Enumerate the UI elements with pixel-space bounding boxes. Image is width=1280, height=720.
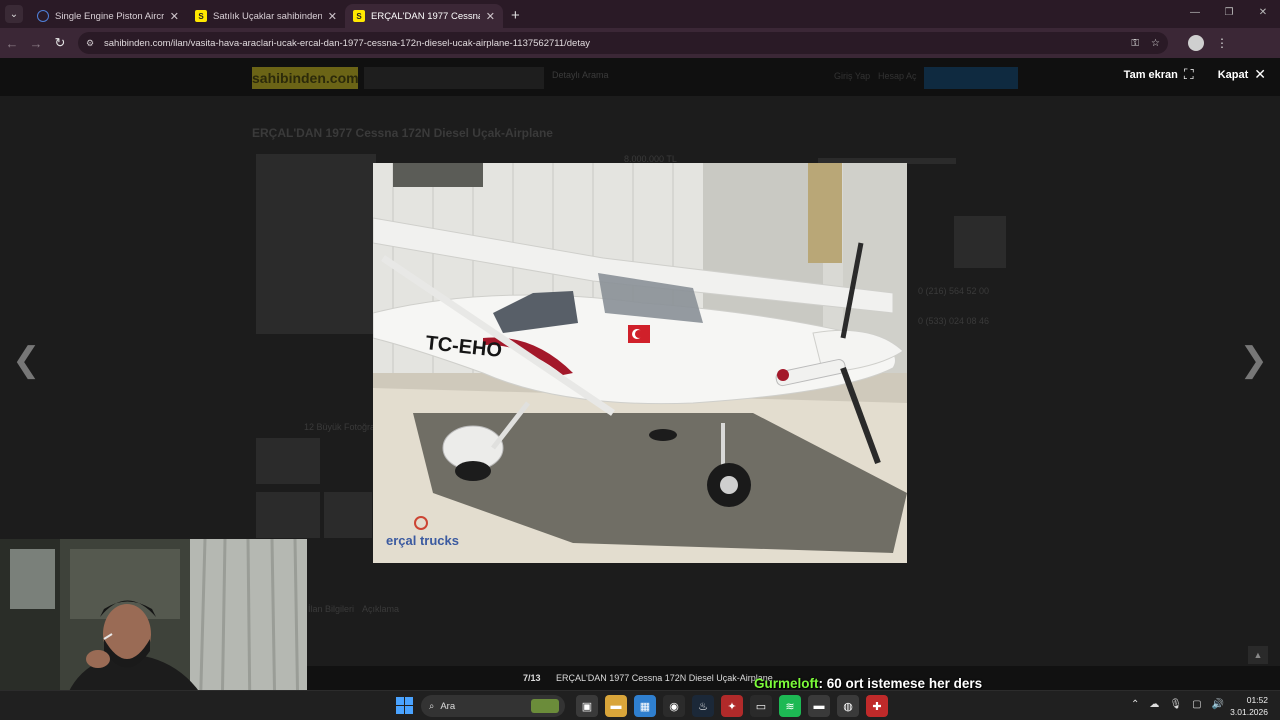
phone-1: 0 (216) 564 52 00 xyxy=(918,286,990,296)
sahibinden-favicon-icon: S xyxy=(195,10,207,22)
close-window-icon[interactable]: ✕ xyxy=(1246,0,1280,28)
password-key-icon[interactable]: ⚿ xyxy=(1131,38,1139,49)
pinned-apps: ▣ ▬ ▦ ◉ ♨ ✦ ▭ ≋ ▬ ◍ ✚ xyxy=(576,695,888,717)
thumb-ghost[interactable] xyxy=(256,492,320,538)
back-arrow-icon[interactable]: ← xyxy=(0,36,24,51)
close-icon[interactable]: ✕ xyxy=(1254,66,1266,83)
tab-strip: ⌄ Single Engine Piston Aircraft Fo ✕ S S… xyxy=(0,0,1280,28)
post-ad-button[interactable] xyxy=(924,67,1018,89)
listing-title: ERÇAL'DAN 1977 Cessna 172N Diesel Uçak-A… xyxy=(252,126,553,140)
profile-avatar[interactable] xyxy=(1188,35,1204,51)
minimize-icon[interactable]: — xyxy=(1178,0,1212,28)
airplane-photo: TC-EHO erçal trucks xyxy=(373,163,907,563)
reload-icon[interactable]: ↻ xyxy=(48,35,72,51)
clock-date: 3.01.2026 xyxy=(1230,707,1268,717)
address-bar[interactable]: ⚙ sahibinden.com/ilan/vasita-hava-aracla… xyxy=(78,32,1168,54)
photo-watermark: erçal trucks xyxy=(386,533,459,548)
lightbox-tools: Tam ekran ⛶ Kapat ✕ xyxy=(1124,66,1266,83)
chat-text: : 60 ort istemese her ders xyxy=(818,676,983,691)
photo-counter: 7/13 xyxy=(523,673,541,683)
info-tab-ghost[interactable]: İlan Bilgileri xyxy=(308,604,354,614)
app-badge-icon[interactable]: ✚ xyxy=(866,695,888,717)
close-tab-icon[interactable]: ✕ xyxy=(170,10,179,23)
tab-1[interactable]: Single Engine Piston Aircraft Fo ✕ xyxy=(29,4,187,28)
new-tab-button[interactable]: + xyxy=(511,7,520,24)
tray-chevron-icon[interactable]: ⌃ xyxy=(1131,699,1139,710)
window-controls: — ❐ ✕ xyxy=(1178,0,1280,28)
file-explorer-icon[interactable]: ▬ xyxy=(605,695,627,717)
task-view-icon[interactable]: ▣ xyxy=(576,695,598,717)
microphone-icon[interactable]: 🎙 xyxy=(1169,699,1182,710)
system-tray: ⌃ ☁ 🎙 ▢ 🔊 xyxy=(1131,699,1224,710)
seller-avatar-ghost xyxy=(954,216,1006,268)
sahibinden-favicon-icon: S xyxy=(353,10,365,22)
tab-title: Satılık Uçaklar sahibinden.com' xyxy=(213,10,322,22)
chat-username: Gurmeloft xyxy=(754,676,819,691)
windows-start-icon[interactable] xyxy=(396,697,413,714)
previous-photo-arrow-icon[interactable]: ❮ xyxy=(12,340,41,380)
taskbar-clock[interactable]: 01:52 3.01.2026 xyxy=(1230,694,1268,718)
photo-caption: ERÇAL'DAN 1977 Cessna 172N Diesel Uçak-A… xyxy=(556,673,773,683)
thumb-ghost[interactable] xyxy=(324,492,372,538)
fullscreen-button[interactable]: Tam ekran xyxy=(1124,69,1178,81)
steam-icon[interactable]: ♨ xyxy=(692,695,714,717)
site-info-icon[interactable]: ⚙ xyxy=(86,38,98,49)
bookmark-star-icon[interactable]: ☆ xyxy=(1151,38,1160,49)
clock-time: 01:52 xyxy=(1246,695,1268,705)
speaker-icon[interactable]: 🔊 xyxy=(1212,699,1224,710)
stream-chat-message: Gurmeloft: 60 ort istemese her ders xyxy=(754,676,982,691)
store-icon[interactable]: ▦ xyxy=(634,695,656,717)
detailed-search-link[interactable]: Detaylı Arama xyxy=(552,70,609,80)
windows-taskbar: ⌕ Ara ▣ ▬ ▦ ◉ ♨ ✦ ▭ ≋ ▬ ◍ ✚ ⌃ ☁ 🎙 ▢ 🔊 01… xyxy=(0,690,1280,720)
url-text: sahibinden.com/ilan/vasita-hava-araclari… xyxy=(104,37,591,49)
toolbar: ← → ↻ ⚙ sahibinden.com/ilan/vasita-hava-… xyxy=(0,28,1280,58)
search-highlight-image xyxy=(531,699,559,713)
site-logo[interactable]: sahibinden.com xyxy=(252,67,359,89)
tab-title: Single Engine Piston Aircraft Fo xyxy=(55,10,164,22)
tab-search-button[interactable]: ⌄ xyxy=(5,5,23,23)
close-tab-icon[interactable]: ✕ xyxy=(486,10,495,23)
site-header: sahibinden.com Detaylı Arama Giriş Yap H… xyxy=(0,58,1280,96)
obs-icon[interactable]: ◉ xyxy=(663,695,685,717)
tab-title: ERÇAL'DAN 1977 Cessna 172N xyxy=(371,10,480,22)
login-link[interactable]: Giriş Yap xyxy=(834,71,870,81)
taskbar-search-label: Ara xyxy=(440,700,456,712)
taskbar-search[interactable]: ⌕ Ara xyxy=(421,695,565,717)
close-lightbox-button[interactable]: Kapat xyxy=(1218,69,1249,81)
cloud-icon[interactable]: ☁ xyxy=(1149,699,1159,710)
tab-2[interactable]: S Satılık Uçaklar sahibinden.com' ✕ xyxy=(187,4,345,28)
lightbox-photo: TC-EHO erçal trucks xyxy=(373,163,907,563)
forward-arrow-icon[interactable]: → xyxy=(24,36,48,51)
restore-icon[interactable]: ❐ xyxy=(1212,0,1246,28)
register-link[interactable]: Hesap Aç xyxy=(878,71,917,81)
search-icon: ⌕ xyxy=(429,700,435,712)
phone-2: 0 (533) 024 08 46 xyxy=(918,316,990,326)
close-tab-icon[interactable]: ✕ xyxy=(328,10,337,23)
loading-spinner-icon xyxy=(37,10,49,22)
display-icon[interactable]: ▢ xyxy=(1192,699,1201,710)
tab-3-active[interactable]: S ERÇAL'DAN 1977 Cessna 172N ✕ xyxy=(345,4,503,28)
fullscreen-icon[interactable]: ⛶ xyxy=(1184,66,1194,83)
game-app-icon[interactable]: ✦ xyxy=(721,695,743,717)
terminal-icon[interactable]: ▭ xyxy=(750,695,772,717)
big-photo-link[interactable]: 12 Büyük Fotoğraf xyxy=(304,422,378,432)
menu-more-icon[interactable]: ⋮ xyxy=(1216,36,1228,50)
chrome-icon[interactable]: ◍ xyxy=(837,695,859,717)
spotify-icon[interactable]: ≋ xyxy=(779,695,801,717)
main-photo-ghost xyxy=(256,154,376,334)
window-app-icon[interactable]: ▬ xyxy=(808,695,830,717)
description-tab-ghost[interactable]: Açıklama xyxy=(362,604,399,614)
site-search-input[interactable] xyxy=(364,67,544,89)
scroll-top-icon[interactable]: ▲ xyxy=(1248,646,1268,664)
thumb-ghost[interactable] xyxy=(256,438,320,484)
next-photo-arrow-icon[interactable]: ❯ xyxy=(1240,340,1269,380)
